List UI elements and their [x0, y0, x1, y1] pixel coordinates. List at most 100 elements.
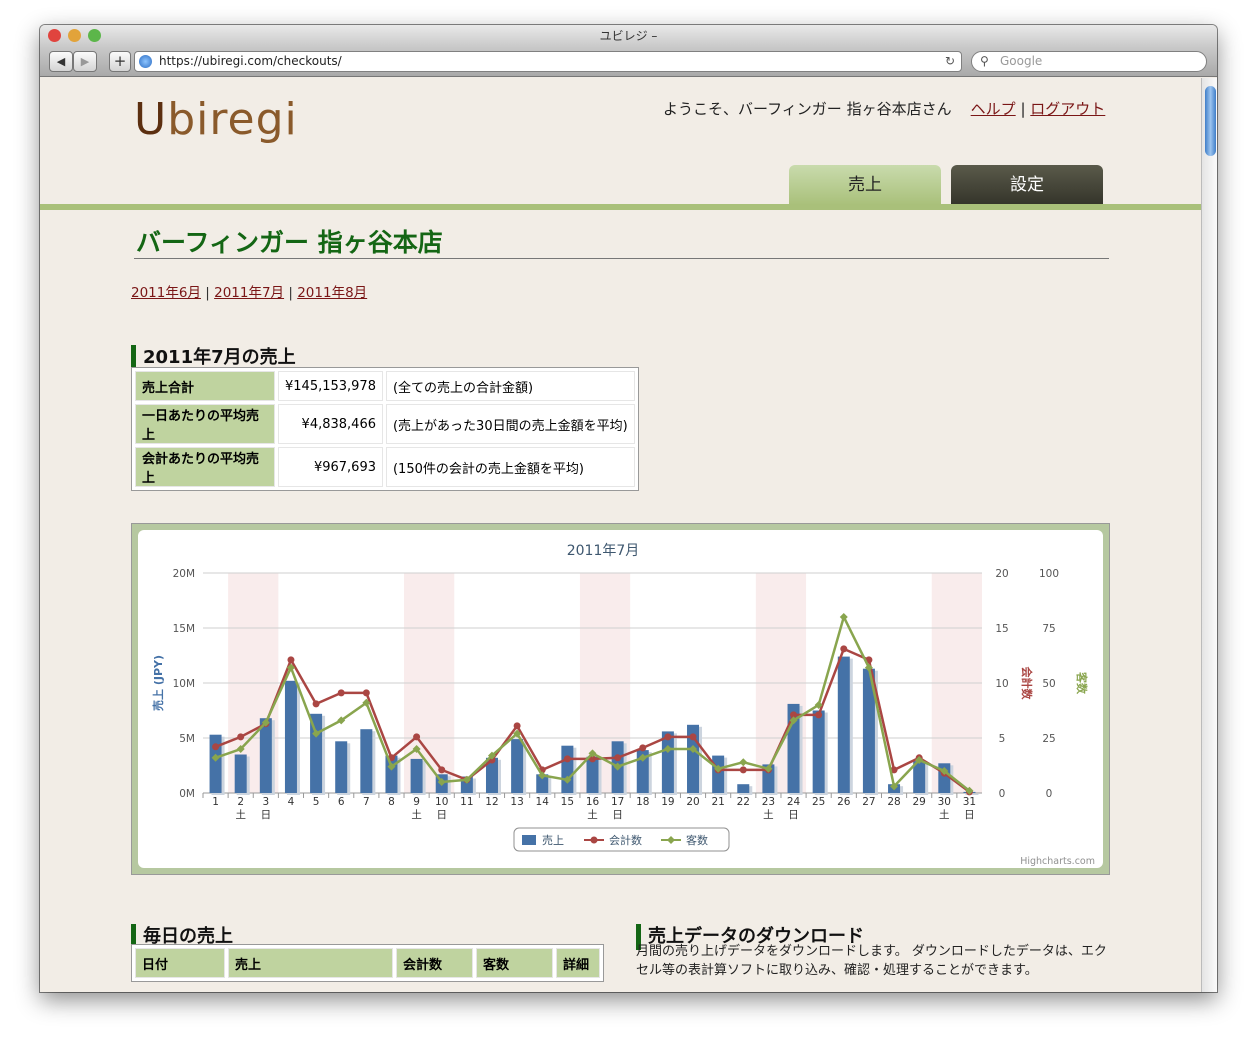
- checkouts-point: [337, 689, 345, 697]
- ubiregi-logo[interactable]: Ubiregi: [134, 94, 298, 145]
- nav-underline: [40, 204, 1201, 210]
- tab-settings[interactable]: 設定: [951, 165, 1103, 205]
- checkouts-point: [438, 766, 446, 774]
- x-tick-label: 5: [313, 796, 320, 808]
- help-link[interactable]: ヘルプ: [971, 100, 1016, 118]
- summary-value: ¥4,838,466: [278, 404, 383, 444]
- x-tick-label: 9: [413, 796, 420, 808]
- y-left-tick: 20M: [173, 568, 195, 580]
- logo-text: biregi: [167, 94, 298, 145]
- chart-credit: Highcharts.com: [1020, 856, 1095, 867]
- customers-point: [839, 613, 848, 621]
- x-tick-label: 12: [485, 796, 498, 808]
- sales-bar: [360, 729, 373, 793]
- browser-toolbar: ◀ ▶ + https://ubiregi.com/checkouts/ ↻ ⚲…: [40, 47, 1217, 77]
- x-weekday-label: 日: [261, 809, 272, 821]
- x-tick-label: 7: [363, 796, 370, 808]
- x-tick-label: 4: [288, 796, 295, 808]
- minimize-window-icon[interactable]: [68, 29, 81, 42]
- x-tick-label: 22: [737, 796, 750, 808]
- checkouts-point: [513, 722, 521, 730]
- nav-separator: |: [1020, 100, 1026, 118]
- month-link-july[interactable]: 2011年7月: [214, 285, 284, 301]
- download-description: 月間の売り上げデータをダウンロードします。 ダウンロードしたデータは、エクセル等…: [636, 944, 1107, 978]
- tab-sales[interactable]: 売上: [789, 165, 941, 205]
- x-weekday-label: 日: [612, 809, 623, 821]
- checkouts-point: [614, 754, 622, 762]
- x-tick-label: 27: [862, 796, 875, 808]
- summary-note: (150件の会計の売上金額を平均): [385, 447, 635, 487]
- reload-icon[interactable]: ↻: [945, 52, 955, 71]
- globe-icon: [139, 55, 152, 68]
- col-customers: 客数: [476, 948, 553, 978]
- sales-bar: [837, 656, 850, 793]
- col-detail: 詳細: [556, 948, 600, 978]
- logout-link[interactable]: ログアウト: [1030, 100, 1105, 118]
- y-right2-tick: 50: [1042, 678, 1055, 690]
- sales-chart: 0M 0 05M 5 2510M 10 5015M 15 7520M 20 1002011年7月売上…: [151, 543, 1095, 867]
- forward-icon[interactable]: ▶: [73, 51, 97, 72]
- x-tick-label: 19: [661, 796, 674, 808]
- x-tick-label: 14: [536, 796, 550, 808]
- x-weekday-label: 日: [964, 809, 975, 821]
- search-field[interactable]: ⚲ Google: [971, 51, 1207, 72]
- y-left-label: 売上 (JPY): [151, 655, 165, 711]
- chart-frame: 0M 0 0 5M 5 25 10M 10 50 15M 15 75 20M 20 100 2011年7月 売上…: [131, 523, 1110, 875]
- user-nav: ようこそ、バーフィンガー 指ヶ谷本店さん ヘルプ | ログアウト: [663, 98, 1105, 119]
- y-right1-label: 会計数: [1020, 667, 1034, 701]
- sales-bar: [812, 710, 825, 793]
- month-link-august[interactable]: 2011年8月: [297, 285, 367, 301]
- sales-bar: [661, 731, 674, 793]
- month-link-june[interactable]: 2011年6月: [131, 285, 201, 301]
- checkouts-point: [287, 656, 295, 664]
- legend-label-checkouts: 会計数: [609, 833, 642, 847]
- sales-bar: [712, 755, 725, 793]
- daily-table: 日付 売上 会計数 客数 詳細: [131, 944, 604, 982]
- y-left-tick: 0M: [179, 788, 195, 800]
- close-window-icon[interactable]: [48, 29, 61, 42]
- customers-point: [739, 758, 748, 767]
- x-tick-label: 30: [938, 796, 951, 808]
- legend-label-customers: 客数: [686, 833, 708, 847]
- checkouts-point: [413, 733, 421, 741]
- vertical-scrollbar[interactable]: [1201, 78, 1217, 992]
- x-tick-label: 13: [510, 796, 523, 808]
- x-tick-label: 15: [561, 796, 574, 808]
- add-bookmark-icon[interactable]: +: [109, 51, 131, 72]
- zoom-window-icon[interactable]: [88, 29, 101, 42]
- checkouts-point: [815, 711, 823, 719]
- x-weekday-label: 土: [587, 808, 598, 821]
- x-weekday-label: 土: [235, 808, 246, 821]
- url-text: https://ubiregi.com/checkouts/: [159, 54, 342, 68]
- scrollbar-thumb[interactable]: [1205, 86, 1216, 156]
- checkouts-point: [664, 733, 672, 741]
- checkouts-point: [212, 743, 220, 751]
- month-separator: |: [288, 285, 293, 301]
- x-tick-label: 31: [963, 796, 976, 808]
- checkouts-point: [237, 733, 245, 741]
- y-right1-tick: 5: [999, 733, 1006, 745]
- sales-bar: [284, 680, 297, 793]
- summary-table: 売上合計 ¥145,153,978 (全ての売上の合計金額) 一日あたりの平均売上 ¥…: [131, 367, 639, 491]
- title-divider: [134, 258, 1109, 259]
- x-tick-label: 28: [887, 796, 900, 808]
- legend-marker-checkouts: [590, 836, 598, 844]
- table-row: 一日あたりの平均売上 ¥4,838,466 (売上があった30日間の売上金額を平均): [135, 404, 635, 444]
- x-weekday-label: 土: [763, 808, 774, 821]
- back-icon[interactable]: ◀: [49, 51, 73, 72]
- chart-title: 2011年7月: [567, 543, 640, 559]
- table-header-row: 日付 売上 会計数 客数 詳細: [135, 948, 600, 978]
- x-tick-label: 10: [435, 796, 448, 808]
- x-tick-label: 25: [812, 796, 825, 808]
- x-weekday-label: 土: [939, 808, 950, 821]
- summary-label: 売上合計: [135, 371, 275, 401]
- checkouts-point: [362, 689, 370, 697]
- address-bar[interactable]: https://ubiregi.com/checkouts/ ↻: [134, 51, 962, 72]
- month-links: 2011年6月 | 2011年7月 | 2011年8月: [131, 281, 367, 301]
- checkouts-point: [689, 733, 697, 741]
- x-tick-label: 20: [686, 796, 699, 808]
- summary-label: 一日あたりの平均売上: [135, 404, 275, 444]
- sales-bar: [410, 758, 423, 793]
- checkouts-point: [312, 700, 320, 708]
- sales-bar: [234, 754, 247, 793]
